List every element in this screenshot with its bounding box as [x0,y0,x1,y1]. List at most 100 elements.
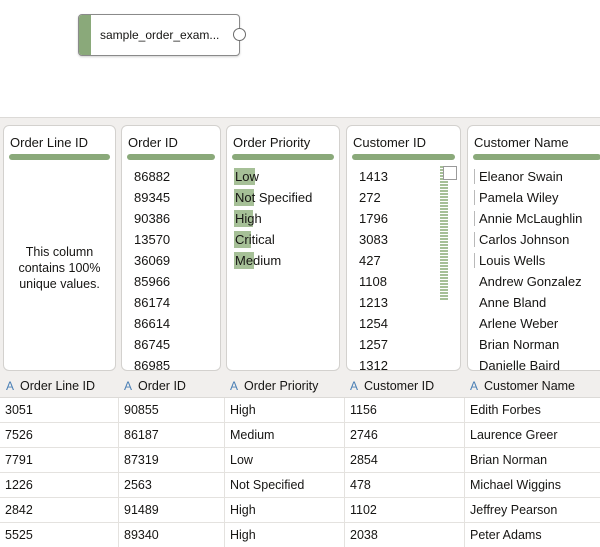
histogram-bin [440,214,448,216]
priority-label: Low [235,169,259,184]
histogram-bin [440,295,448,297]
table-cell[interactable]: Jeffrey Pearson [464,498,600,523]
output-port-handle[interactable] [233,28,246,41]
priority-value[interactable]: Medium [234,250,312,271]
table-cell[interactable]: Laurence Greer [464,423,600,448]
table-cell[interactable]: Low [224,448,344,473]
table-row[interactable]: 2842 91489 High 1102 Jeffrey Pearson [0,498,600,523]
table-cell[interactable]: 478 [344,473,464,498]
priority-value[interactable]: High [234,208,312,229]
profile-value[interactable]: Eleanor Swain [474,166,582,187]
table-cell[interactable]: 2746 [344,423,464,448]
column-header-label: Order ID [138,379,186,393]
profile-value[interactable]: 1796 [359,208,388,229]
profile-value[interactable]: Annie McLaughlin [474,208,582,229]
table-row[interactable]: 5525 89340 High 2038 Peter Adams [0,523,600,547]
profile-value[interactable]: 89345 [134,187,170,208]
profile-value[interactable]: Danielle Baird [479,355,582,370]
table-cell[interactable]: High [224,398,344,423]
table-cell[interactable]: 90855 [118,398,224,423]
profile-value[interactable]: 86174 [134,292,170,313]
profile-value[interactable]: Andrew Gonzalez [479,271,582,292]
profile-value[interactable]: Louis Wells [474,250,582,271]
profile-value[interactable]: 1413 [359,166,388,187]
table-cell[interactable]: 1102 [344,498,464,523]
priority-value[interactable]: Critical [234,229,312,250]
profile-value[interactable]: 85966 [134,271,170,292]
profile-value[interactable]: Pamela Wiley [474,187,582,208]
profile-value[interactable]: 272 [359,187,388,208]
table-cell[interactable]: Michael Wiggins [464,473,600,498]
profile-card-order-id[interactable]: Order ID 86882 89345 90386 13570 36069 85966 8… [121,125,221,371]
profile-value[interactable]: 86985 [134,355,170,370]
profile-value[interactable]: 1254 [359,313,388,334]
table-cell[interactable]: 2038 [344,523,464,547]
diagram-canvas[interactable]: sample_order_exam... [0,0,600,117]
column-header[interactable]: A Order ID [118,375,186,398]
profile-value[interactable]: 86882 [134,166,170,187]
priority-value[interactable]: Low [234,166,312,187]
table-cell[interactable]: 91489 [118,498,224,523]
column-header[interactable]: A Customer Name [464,375,575,398]
column-header[interactable]: A Order Priority [224,375,318,398]
profile-value[interactable]: 1257 [359,334,388,355]
priority-label: Not Specified [235,190,313,205]
table-row[interactable]: 7526 86187 Medium 2746 Laurence Greer [0,423,600,448]
histogram-bin [440,265,448,267]
table-cell[interactable]: 89340 [118,523,224,547]
table-cell[interactable]: 86187 [118,423,224,448]
profile-value[interactable]: 427 [359,250,388,271]
column-header[interactable]: A Order Line ID [0,375,95,398]
profile-card-title: Customer Name [474,135,569,150]
table-row[interactable]: 3051 90855 High 1156 Edith Forbes [0,398,600,423]
profile-value[interactable]: 1108 [359,271,388,292]
quality-bar [232,154,334,160]
table-cell[interactable]: Peter Adams [464,523,600,547]
table-cell[interactable]: 87319 [118,448,224,473]
dataset-node[interactable]: sample_order_exam... [78,14,246,56]
table-cell[interactable]: High [224,523,344,547]
table-row[interactable]: 7791 87319 Low 2854 Brian Norman [0,448,600,473]
histogram-bin [440,193,448,195]
table-cell[interactable]: 7791 [0,448,118,473]
profile-value[interactable]: Anne Bland [479,292,582,313]
profile-value[interactable]: 36069 [134,250,170,271]
table-cell[interactable]: 2842 [0,498,118,523]
priority-value[interactable]: Not Specified [234,187,312,208]
quality-bar [352,154,455,160]
table-cell[interactable]: 2563 [118,473,224,498]
table-cell[interactable]: Medium [224,423,344,448]
profile-card-order-priority[interactable]: Order Priority Low Not Specified High Criti… [226,125,340,371]
profile-value[interactable]: 86614 [134,313,170,334]
profile-value[interactable]: 86745 [134,334,170,355]
histogram-bin [440,223,448,225]
profile-value[interactable]: 90386 [134,208,170,229]
table-cell[interactable]: 2854 [344,448,464,473]
table-cell[interactable]: 3051 [0,398,118,423]
profile-card-customer-name[interactable]: Customer Name Eleanor Swain Pamela Wiley A… [467,125,600,371]
profile-value[interactable]: 1312 [359,355,388,370]
table-cell[interactable]: 1226 [0,473,118,498]
column-header[interactable]: A Customer ID [344,375,434,398]
profile-value[interactable]: Arlene Weber [479,313,582,334]
table-cell[interactable]: High [224,498,344,523]
profile-value[interactable]: 3083 [359,229,388,250]
histogram-bin [440,244,448,246]
table-cell[interactable]: 1156 [344,398,464,423]
table-cell[interactable]: 7526 [0,423,118,448]
value-histogram [440,166,448,301]
profile-card-order-line-id[interactable]: Order Line ID This column contains 100% … [3,125,116,371]
table-cell[interactable]: Brian Norman [464,448,600,473]
table-cell[interactable]: Not Specified [224,473,344,498]
histogram-bin [440,199,448,201]
histogram-bin [440,208,448,210]
table-cell[interactable]: Edith Forbes [464,398,600,423]
table-row[interactable]: 1226 2563 Not Specified 478 Michael Wiggins [0,473,600,498]
profile-card-customer-id[interactable]: Customer ID 1413 272 1796 3083 427 1108 1213 12… [346,125,461,371]
profile-value[interactable]: Carlos Johnson [474,229,582,250]
profile-value[interactable]: 13570 [134,229,170,250]
profile-value[interactable]: 1213 [359,292,388,313]
profile-value[interactable]: Brian Norman [479,334,582,355]
histogram-scroll-handle[interactable] [443,166,457,180]
table-cell[interactable]: 5525 [0,523,118,547]
